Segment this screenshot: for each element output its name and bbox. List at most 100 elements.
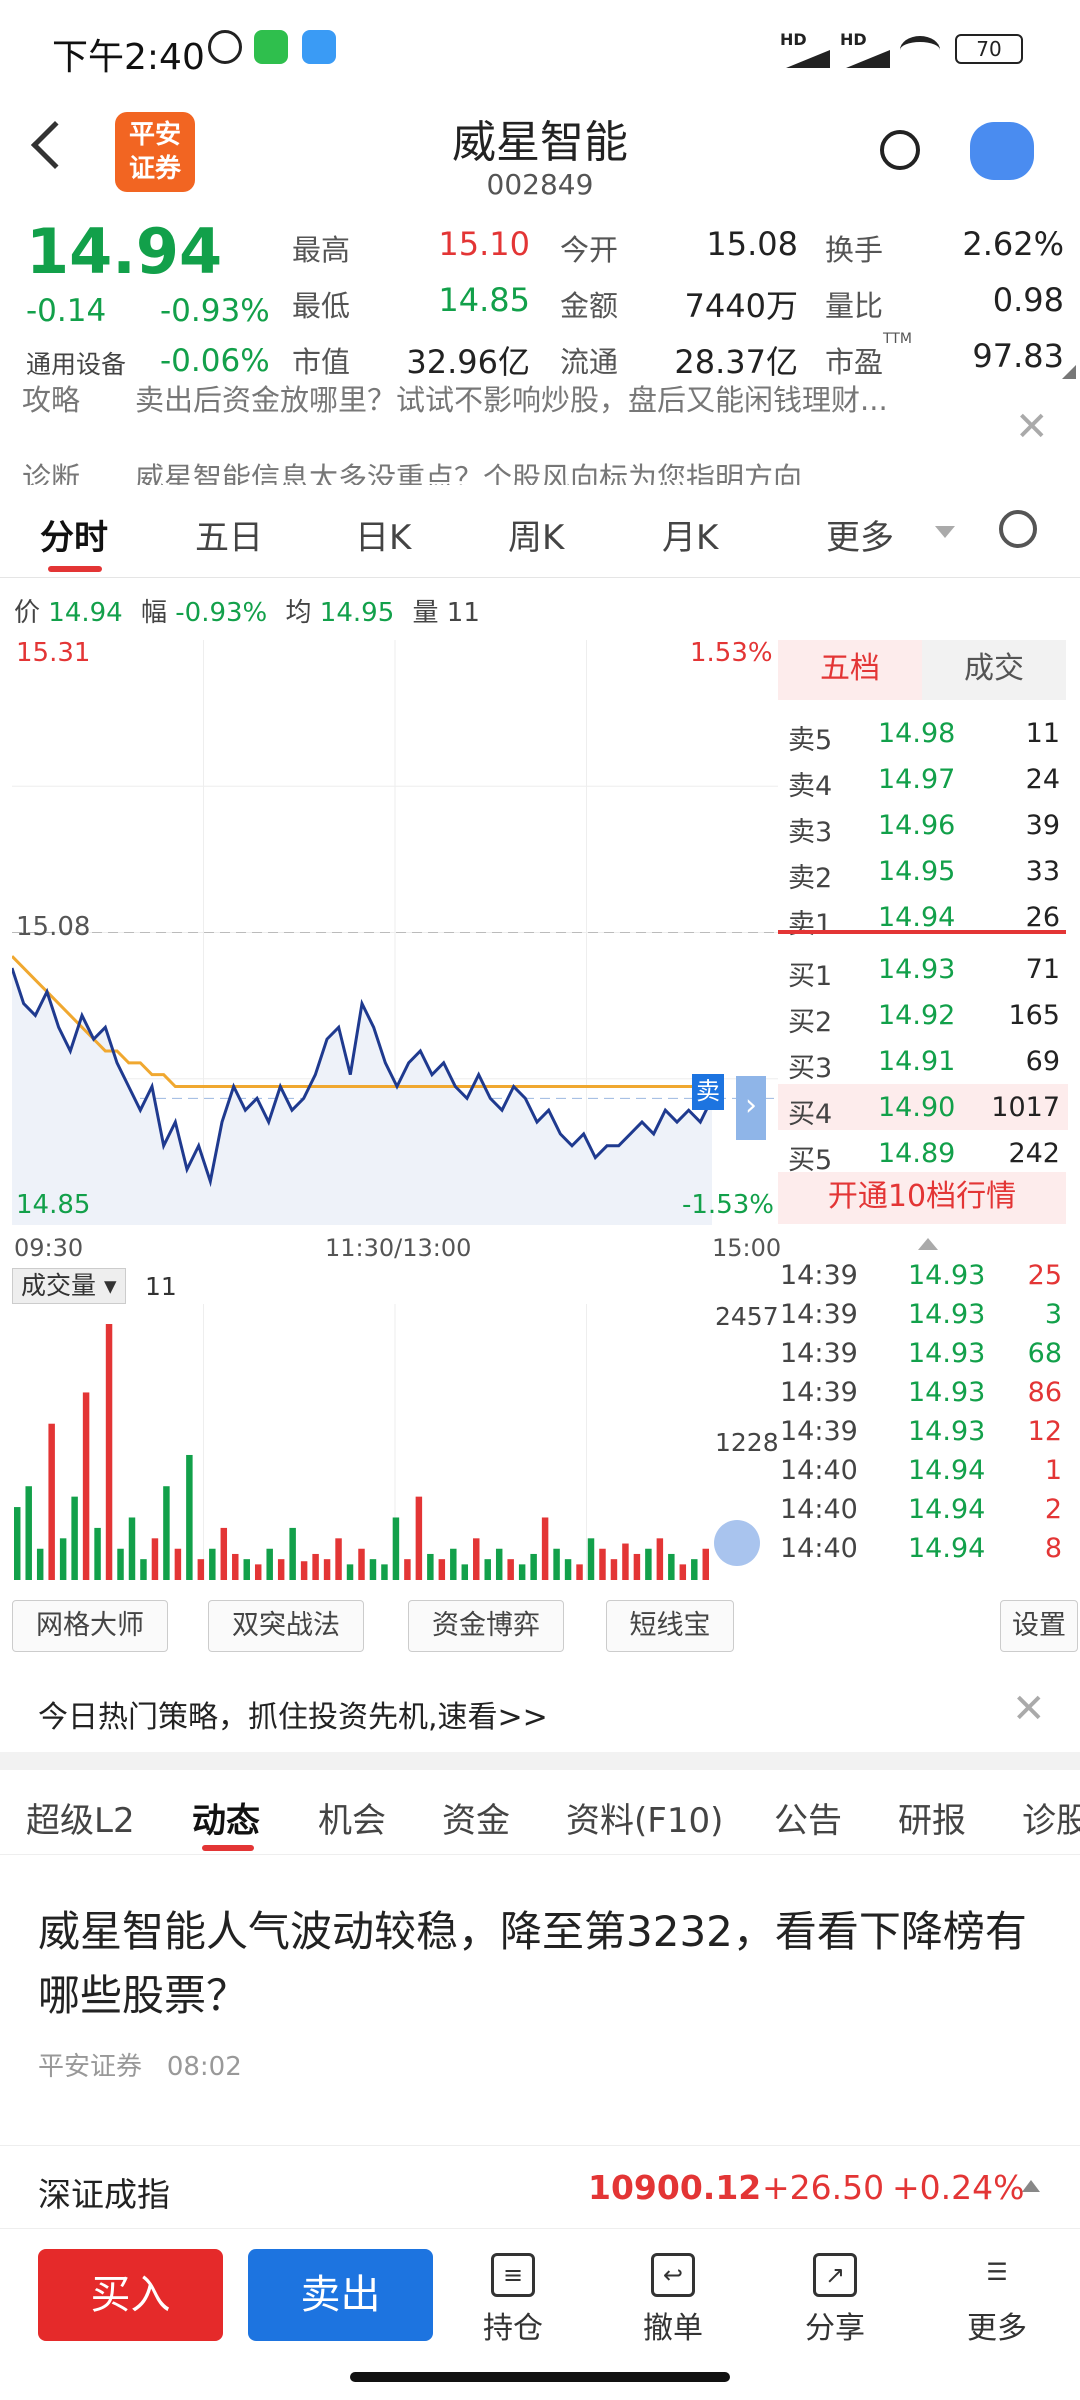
volume-bar: [633, 1553, 641, 1580]
ask-row[interactable]: 卖5 14.98 11: [778, 710, 1068, 756]
bid-row[interactable]: 买5 14.89 242: [778, 1130, 1068, 1176]
volume-bar: [82, 1392, 90, 1580]
volume-bar: [564, 1559, 572, 1580]
buy-button[interactable]: 买入: [38, 2249, 223, 2341]
alarm-icon: [208, 30, 242, 64]
tab-more[interactable]: 更多: [826, 510, 894, 559]
volume-bar: [117, 1548, 124, 1580]
tick-time: 14:39: [780, 1338, 858, 1369]
search-icon[interactable]: [880, 130, 920, 170]
expand-chart-arrow-icon[interactable]: ›: [736, 1076, 766, 1140]
level-volume: 26: [1025, 902, 1060, 933]
chart-low-pct: -1.53%: [682, 1190, 774, 1220]
volume-bar: [450, 1548, 457, 1580]
tab-diagnosis[interactable]: 诊股: [1022, 1793, 1080, 1842]
level-price: 14.98: [878, 718, 956, 749]
volume-bar: [197, 1559, 205, 1580]
tab-monthly-k[interactable]: 月K: [662, 510, 718, 559]
volume-bar: [622, 1543, 629, 1580]
tick-row: 14:39 14.93 25: [780, 1260, 1070, 1298]
level-label: 买2: [788, 1007, 833, 1038]
tick-volume: 25: [1027, 1260, 1062, 1291]
expand-corner-icon[interactable]: [1062, 365, 1076, 379]
upgrade-level10-button[interactable]: 开通10档行情: [778, 1172, 1066, 1224]
level-volume: 165: [1008, 1000, 1060, 1031]
index-expand-icon[interactable]: [1022, 2180, 1040, 2192]
tab-funds[interactable]: 资金: [442, 1793, 510, 1842]
holdings-button[interactable]: ≡ 持仓: [458, 2253, 568, 2347]
tab-research[interactable]: 研报: [898, 1793, 966, 1842]
tab-daily-k[interactable]: 日K: [355, 510, 411, 559]
volume-indicator-select[interactable]: 成交量 ▾: [12, 1268, 126, 1304]
news-item[interactable]: 威星智能人气波动较稳，降至第3232，看看下降榜有哪些股票？ 平安证券 08:0…: [38, 1900, 1048, 2084]
volume-bar: [553, 1548, 560, 1580]
tab-announcements[interactable]: 公告: [774, 1793, 842, 1842]
ask-row[interactable]: 卖4 14.97 24: [778, 756, 1068, 802]
volume-bar: [610, 1559, 618, 1580]
tab-trades[interactable]: 成交: [922, 640, 1066, 700]
tool-double-breakout[interactable]: 双突战法: [208, 1600, 364, 1652]
level-price: 14.91: [878, 1046, 956, 1077]
level-label: 卖5: [788, 725, 833, 756]
sector-change-pct: -0.06%: [160, 343, 270, 379]
status-bar: 下午2:40 HD HD 70: [0, 0, 1080, 100]
assistant-robot-icon[interactable]: [970, 122, 1034, 180]
cancel-order-button[interactable]: ↩ 撤单: [618, 2253, 728, 2347]
tool-short-term[interactable]: 短线宝: [606, 1600, 734, 1652]
news-banner[interactable]: 攻略 卖出后资金放哪里？试试不影响炒股，盘后又能闲钱理财... 诊断 威星智能信…: [0, 385, 1080, 485]
sell-button[interactable]: 卖出: [248, 2249, 433, 2341]
tool-settings-button[interactable]: 设置: [1000, 1600, 1078, 1652]
close-banner-icon[interactable]: ✕: [1015, 407, 1049, 447]
banner-tag-2: 诊断: [22, 461, 81, 485]
more-dropdown-icon[interactable]: [935, 526, 955, 538]
tab-5day[interactable]: 五日: [195, 510, 263, 559]
tick-price: 14.93: [908, 1377, 986, 1408]
level-label: 卖2: [788, 863, 833, 894]
volume-bar: [645, 1548, 652, 1580]
time-end: 15:00: [712, 1234, 782, 1262]
section-divider: [0, 1752, 1080, 1770]
volume-bar: [186, 1454, 193, 1580]
tab-intraday[interactable]: 分时: [40, 510, 108, 559]
promo-banner[interactable]: 今日热门策略，抓住投资先机,速看>> ✕: [0, 1672, 1080, 1762]
tab-f10[interactable]: 资料(F10): [566, 1793, 723, 1842]
volume-bar: [232, 1553, 239, 1580]
sell-marker[interactable]: 卖: [692, 1074, 724, 1110]
tool-grid-master[interactable]: 网格大师: [12, 1600, 168, 1652]
tab-opportunity[interactable]: 机会: [318, 1793, 386, 1842]
fullscreen-icon[interactable]: [714, 1520, 760, 1566]
tab-level5[interactable]: 五档: [778, 640, 922, 700]
volume-bar: [427, 1553, 434, 1580]
bid-row[interactable]: 买1 14.93 71: [778, 946, 1068, 992]
more-button[interactable]: ☰ 更多: [942, 2253, 1052, 2347]
holdings-icon: ≡: [491, 2253, 535, 2297]
ask-row[interactable]: 卖3 14.96 39: [778, 802, 1068, 848]
tick-time: 14:39: [780, 1416, 858, 1447]
volume-bar: [484, 1559, 491, 1580]
metric-value: 2.62%: [962, 225, 1064, 263]
tab-weekly-k[interactable]: 周K: [508, 510, 564, 559]
bid-row[interactable]: 买2 14.92 165: [778, 992, 1068, 1038]
time-mid: 11:30/13:00: [325, 1234, 472, 1262]
close-promo-icon[interactable]: ✕: [1012, 1686, 1046, 1732]
tick-volume: 3: [1044, 1299, 1062, 1330]
ask-row[interactable]: 卖2 14.95 33: [778, 848, 1068, 894]
level-volume: 1017: [991, 1092, 1060, 1123]
active-info-tab-indicator: [202, 1845, 254, 1851]
tab-news[interactable]: 动态: [192, 1793, 260, 1842]
intraday-price-chart[interactable]: [12, 640, 778, 1225]
tool-fund-game[interactable]: 资金博弈: [408, 1600, 564, 1652]
bid-row[interactable]: 买4 14.90 1017: [778, 1084, 1068, 1130]
tick-time: 14:40: [780, 1533, 858, 1564]
news-title: 威星智能人气波动较稳，降至第3232，看看下降榜有哪些股票？: [38, 1907, 1027, 2020]
index-ticker[interactable]: 深证成指 10900.12 +26.50 +0.24%: [0, 2145, 1080, 2225]
settings-gear-icon[interactable]: [999, 510, 1037, 548]
tab-super-l2[interactable]: 超级L2: [26, 1793, 135, 1842]
share-button[interactable]: ↗ 分享: [780, 2253, 890, 2347]
strategy-tools: 网格大师 双突战法 资金博弈 短线宝 设置: [12, 1600, 1078, 1654]
volume-bar: [381, 1564, 388, 1580]
volume-bar: [59, 1538, 67, 1580]
bid-row[interactable]: 买3 14.91 69: [778, 1038, 1068, 1084]
tick-scroll-up-icon[interactable]: [918, 1238, 938, 1250]
level-price: 14.96: [878, 810, 956, 841]
